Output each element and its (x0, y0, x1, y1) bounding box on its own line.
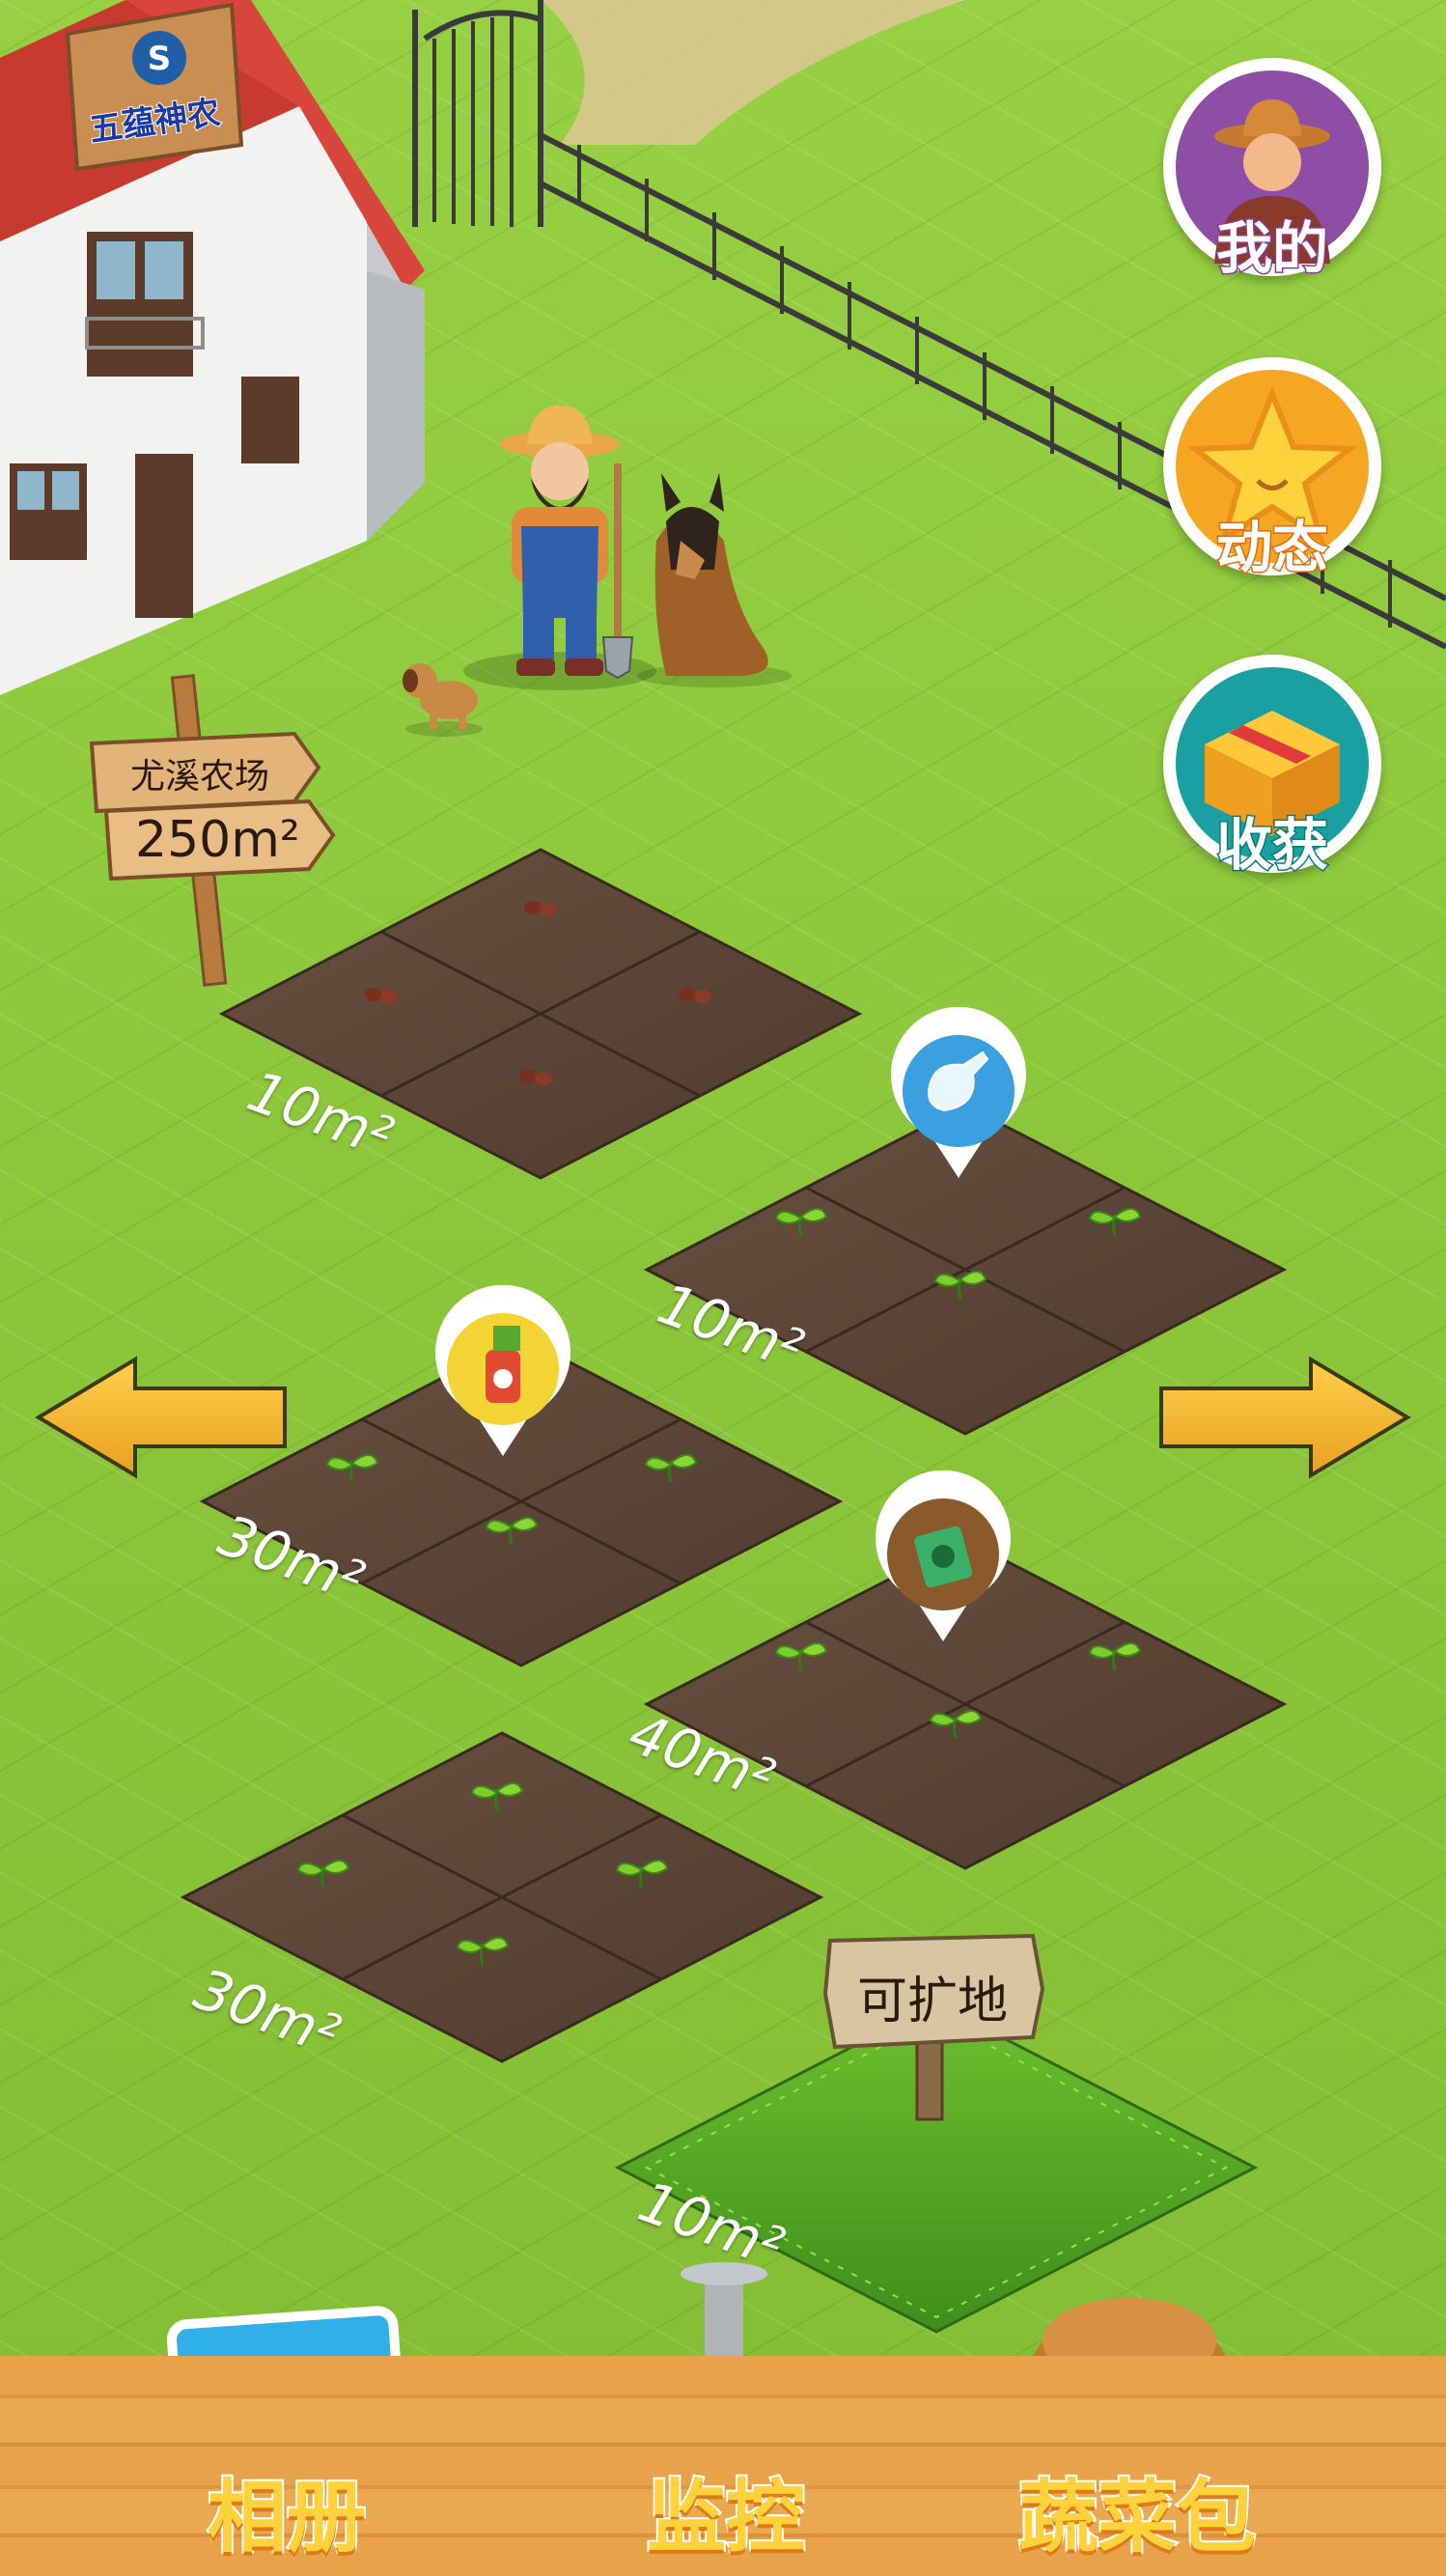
farm-area-text: 250m² (135, 811, 300, 869)
harvest-label: 收获 (1214, 811, 1329, 880)
farm-scene: S 五蕴神农 尤溪农场 250m² 我的 动态 收获 10m² 10m² 30m… (0, 0, 1446, 2576)
expand-land-label[interactable]: 可扩地 (857, 1960, 1008, 2032)
fertilizer-icon[interactable] (876, 1487, 1011, 1646)
backpack-icon (1004, 2298, 1293, 2452)
activity-button[interactable]: 动态 (1163, 357, 1381, 582)
dirt-path (541, 0, 965, 145)
plot-5-hitarea[interactable] (251, 1752, 753, 2042)
my-profile-label: 我的 (1214, 214, 1329, 283)
water-icon[interactable] (891, 1023, 1026, 1183)
spray-icon[interactable] (435, 1302, 570, 1461)
svg-text:S: S (148, 40, 172, 78)
plot-1-hitarea[interactable] (290, 869, 792, 1159)
photo-album-button[interactable]: 相册 (164, 2308, 425, 2568)
monitor-button[interactable]: 监控 (598, 2279, 859, 2568)
plot-6-hitarea[interactable] (685, 2023, 1187, 2312)
photo-album-label: 相册 (206, 2470, 368, 2565)
photo-album-icon (164, 2308, 425, 2452)
my-profile-button[interactable]: 我的 (1163, 58, 1381, 283)
left-arrow-icon[interactable] (34, 1352, 290, 1482)
vegetable-bag-button[interactable]: 蔬菜包 (1004, 2298, 1293, 2568)
monitor-label: 监控 (645, 2470, 807, 2565)
vegetable-bag-label: 蔬菜包 (1016, 2470, 1258, 2565)
german-shepherd (637, 473, 792, 687)
farm-name-text: 尤溪农场 (130, 757, 270, 797)
harvest-button[interactable]: 收获 (1163, 655, 1381, 880)
farmer (463, 406, 656, 690)
right-arrow-icon[interactable] (1156, 1352, 1412, 1482)
activity-label: 动态 (1214, 514, 1329, 582)
camera-icon (598, 2279, 859, 2452)
